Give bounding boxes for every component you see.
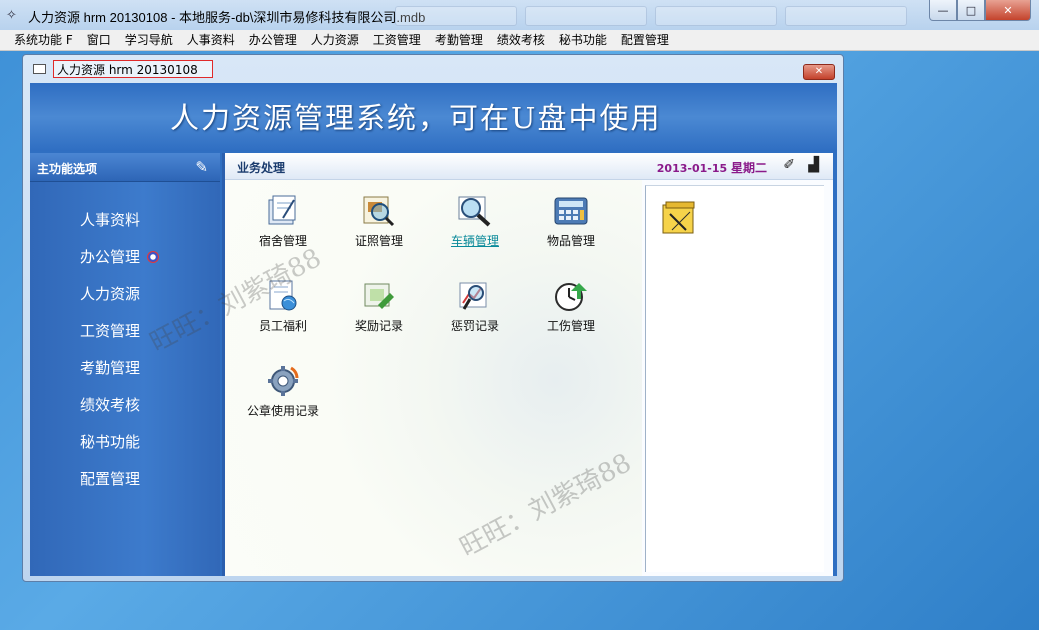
sidebar-item-label: 秘书功能 — [80, 433, 141, 451]
tile-label: 奖励记录 — [354, 319, 403, 333]
tile-label: 证照管理 — [354, 234, 403, 248]
active-indicator-icon — [147, 251, 160, 263]
tile-label: 公章使用记录 — [246, 404, 319, 418]
pin-icon[interactable]: ✎ — [195, 158, 208, 176]
sidebar-item-attendance[interactable]: 考勤管理 — [80, 357, 140, 378]
tile-goods[interactable]: 物品管理 — [523, 194, 619, 249]
app-icon: ✧ — [6, 8, 17, 23]
tile-seal-usage[interactable]: 公章使用记录 — [235, 364, 331, 419]
taskbar-ghost-tab — [525, 6, 647, 26]
sidebar-item-personnel[interactable]: 人事资料 — [80, 209, 140, 230]
banner-title: 人力资源管理系统，可在U盘中使用 — [170, 101, 662, 135]
wand-icon[interactable]: ✐ — [783, 157, 795, 173]
clock-arrow-icon — [552, 279, 590, 313]
date-value: 2013-01-15 — [656, 162, 728, 175]
sidebar-item-label: 办公管理 — [80, 248, 141, 266]
sidebar-item-label: 人事资料 — [80, 211, 141, 229]
tile-certificate[interactable]: 证照管理 — [331, 194, 427, 249]
tile-injury[interactable]: 工伤管理 — [523, 279, 619, 334]
child-titlebar: 人力资源 hrm 20130108 ✕ — [23, 55, 843, 83]
sidebar-item-office[interactable]: 办公管理 — [80, 246, 160, 267]
menu-guide[interactable]: 学习导航 — [118, 30, 180, 50]
weekday-value: 星期二 — [730, 161, 767, 175]
sidebar-item-label: 绩效考核 — [80, 396, 141, 414]
menu-system[interactable]: 系统功能 F — [0, 30, 80, 50]
sidebar-title: 主功能选项 — [37, 162, 98, 176]
menu-performance[interactable]: 绩效考核 — [490, 30, 552, 50]
main-panel: 业务处理 2013-01-15 星期二 ✐ ▟ 宿舍管理 证照管理 车辆管理 物… — [222, 153, 833, 576]
maximize-button[interactable]: □ — [957, 0, 985, 21]
menu-hr[interactable]: 人力资源 — [304, 30, 366, 50]
magnifier-document-icon — [360, 194, 398, 228]
main-header: 业务处理 2013-01-15 星期二 ✐ ▟ — [225, 153, 833, 180]
close-button[interactable]: ✕ — [985, 0, 1031, 21]
minimize-button[interactable]: — — [929, 0, 957, 21]
sidebar-item-salary[interactable]: 工资管理 — [80, 320, 140, 341]
document-edit-icon — [264, 194, 302, 228]
sidebar-item-config[interactable]: 配置管理 — [80, 468, 140, 489]
magnifier-chart-icon — [456, 279, 494, 313]
sidebar-item-hr[interactable]: 人力资源 — [80, 283, 140, 304]
tile-penalty[interactable]: 惩罚记录 — [427, 279, 523, 334]
function-grid: 宿舍管理 证照管理 车辆管理 物品管理 员工福利 奖励记录 惩罚记录 工伤管理 … — [225, 180, 642, 576]
menu-salary[interactable]: 工资管理 — [366, 30, 428, 50]
taskbar-ghost-tab — [395, 6, 517, 26]
tile-reward[interactable]: 奖励记录 — [331, 279, 427, 334]
child-body: 人力资源管理系统，可在U盘中使用 主功能选项 ✎ 人事资料 办公管理 人力资源 … — [30, 83, 837, 576]
window-icon — [33, 64, 46, 74]
menu-secretary[interactable]: 秘书功能 — [552, 30, 614, 50]
menu-window[interactable]: 窗口 — [80, 30, 118, 50]
window-titlebar: ✧ 人力资源 hrm 20130108 - 本地服务-db\深圳市易修科技有限公… — [0, 0, 1039, 31]
child-window: 人力资源 hrm 20130108 ✕ 人力资源管理系统，可在U盘中使用 主功能… — [22, 54, 844, 582]
taskbar-ghost-tab — [785, 6, 907, 26]
sidebar-item-label: 考勤管理 — [80, 359, 141, 377]
preview-pane — [645, 185, 824, 572]
reward-icon — [360, 279, 398, 313]
date-label: 2013-01-15 星期二 — [657, 159, 767, 176]
window-title: 人力资源 hrm 20130108 - 本地服务-db\深圳市易修科技有限公司.… — [28, 10, 426, 25]
menu-config[interactable]: 配置管理 — [614, 30, 676, 50]
menu-personnel[interactable]: 人事资料 — [180, 30, 242, 50]
calculator-icon — [552, 194, 590, 228]
tile-label: 员工福利 — [258, 319, 307, 333]
child-window-title: 人力资源 hrm 20130108 — [53, 60, 213, 78]
tile-label: 车辆管理 — [450, 234, 499, 248]
window-controls: — □ ✕ — [929, 0, 1031, 21]
chart-icon[interactable]: ▟ — [808, 157, 819, 173]
tile-welfare[interactable]: 员工福利 — [235, 279, 331, 334]
taskbar-ghost-tab — [655, 6, 777, 26]
tile-label: 惩罚记录 — [450, 319, 499, 333]
tile-vehicle[interactable]: 车辆管理 — [427, 194, 523, 249]
child-close-button[interactable]: ✕ — [803, 64, 835, 80]
document-globe-icon — [264, 279, 302, 313]
banner: 人力资源管理系统，可在U盘中使用 — [30, 83, 837, 151]
sidebar-item-secretary[interactable]: 秘书功能 — [80, 431, 140, 452]
magnifier-icon — [456, 194, 494, 228]
sidebar-item-label: 配置管理 — [80, 470, 141, 488]
notepad-icon[interactable] — [660, 200, 702, 243]
main-title: 业务处理 — [237, 161, 286, 175]
sidebar-item-label: 人力资源 — [80, 285, 141, 303]
sidebar-item-label: 工资管理 — [80, 322, 141, 340]
sidebar-item-performance[interactable]: 绩效考核 — [80, 394, 140, 415]
tile-label: 工伤管理 — [546, 319, 595, 333]
sidebar-header: 主功能选项 ✎ — [30, 153, 220, 182]
menu-office[interactable]: 办公管理 — [242, 30, 304, 50]
menubar: 系统功能 F 窗口 学习导航 人事资料 办公管理 人力资源 工资管理 考勤管理 … — [0, 30, 1039, 51]
tile-dormitory[interactable]: 宿舍管理 — [235, 194, 331, 249]
sidebar: 主功能选项 ✎ 人事资料 办公管理 人力资源 工资管理 考勤管理 绩效考核 秘书… — [30, 153, 220, 576]
gear-icon — [264, 364, 302, 398]
tile-label: 物品管理 — [546, 234, 595, 248]
menu-attendance[interactable]: 考勤管理 — [428, 30, 490, 50]
tile-label: 宿舍管理 — [258, 234, 307, 248]
